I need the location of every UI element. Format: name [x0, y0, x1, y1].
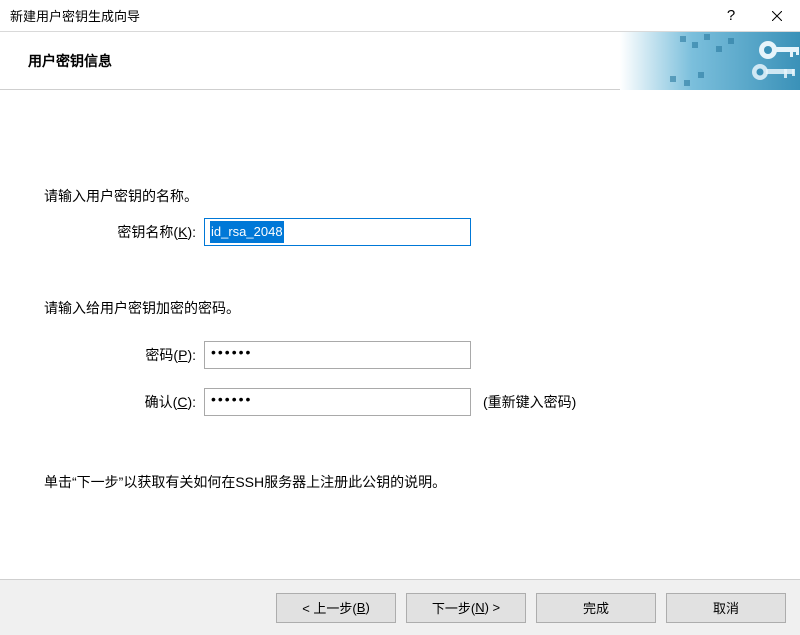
wizard-banner: 用户密钥信息: [0, 32, 800, 90]
wizard-button-bar: < 上一步(B) 下一步(N) > 完成 取消: [0, 579, 800, 635]
banner-key-icon: [620, 32, 800, 90]
key-name-row: 密钥名称(K): id_rsa_2048: [44, 218, 756, 246]
next-button[interactable]: 下一步(N) >: [406, 593, 526, 623]
key-name-input[interactable]: id_rsa_2048: [204, 218, 471, 246]
back-button[interactable]: < 上一步(B): [276, 593, 396, 623]
confirm-hint: (重新键入密码): [483, 392, 576, 412]
confirm-input[interactable]: ••••••: [204, 388, 471, 416]
password-input[interactable]: ••••••: [204, 341, 471, 369]
close-icon: [772, 11, 782, 21]
key-name-prompt: 请输入用户密钥的名称。: [44, 186, 198, 206]
cancel-button[interactable]: 取消: [666, 593, 786, 623]
password-label: 密码(P):: [44, 345, 204, 365]
key-name-label: 密钥名称(K):: [44, 222, 204, 242]
confirm-row: 确认(C): •••••• (重新键入密码): [44, 388, 756, 416]
next-step-instruction: 单击“下一步”以获取有关如何在SSH服务器上注册此公钥的说明。: [44, 472, 446, 492]
close-button[interactable]: [754, 0, 800, 32]
finish-button[interactable]: 完成: [536, 593, 656, 623]
password-prompt: 请输入给用户密钥加密的密码。: [44, 298, 240, 318]
window-title: 新建用户密钥生成向导: [0, 6, 708, 25]
help-button[interactable]: ?: [708, 0, 754, 32]
title-bar: 新建用户密钥生成向导 ?: [0, 0, 800, 32]
key-name-value: id_rsa_2048: [210, 221, 284, 243]
confirm-label: 确认(C):: [44, 392, 204, 412]
wizard-content: 请输入用户密钥的名称。 密钥名称(K): id_rsa_2048 请输入给用户密…: [0, 90, 800, 579]
password-row: 密码(P): ••••••: [44, 341, 756, 369]
banner-heading: 用户密钥信息: [0, 51, 112, 71]
